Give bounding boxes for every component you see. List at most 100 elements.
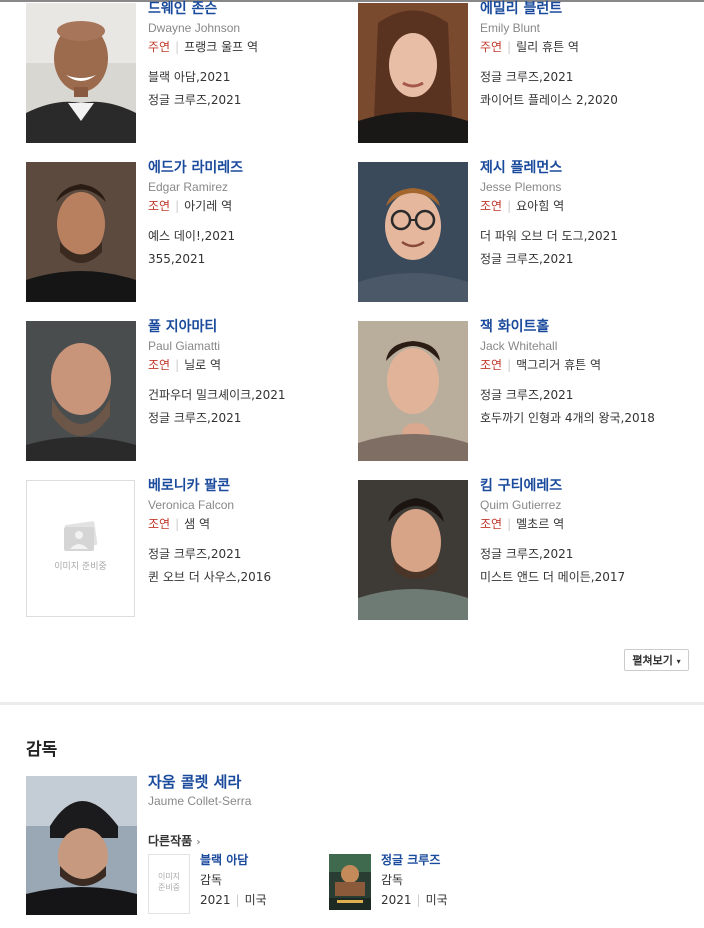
cast-item: 킴 구티에레즈 Quim Gutierrez 조연 | 멜초르 역 정글 크루즈,2… bbox=[358, 477, 690, 620]
filmography-item[interactable]: 미스트 앤드 더 메이든,2017 bbox=[480, 568, 690, 586]
filmography-item[interactable]: 정글 크루즈,2021 bbox=[480, 386, 690, 404]
poster-placeholder[interactable]: 이미지 준비중 bbox=[148, 854, 190, 914]
person-placeholder-icon bbox=[63, 521, 97, 551]
cast-item: 에드가 라미레즈 Edgar Ramirez 조연 | 아기레 역 예스 데이!,2… bbox=[26, 159, 358, 302]
filmography-item[interactable]: 건파우더 밀크셰이크,2021 bbox=[148, 386, 358, 404]
work-role: 감독 bbox=[200, 873, 223, 887]
separator: | bbox=[235, 893, 240, 907]
actor-name[interactable]: 킴 구티에레즈 bbox=[480, 477, 690, 495]
filmography-item[interactable]: 예스 데이!,2021 bbox=[148, 227, 358, 245]
section-divider bbox=[0, 702, 704, 705]
actor-name-en: Quim Gutierrez bbox=[480, 498, 562, 512]
director-photo[interactable] bbox=[26, 776, 137, 915]
expand-button[interactable]: 펼쳐보기 ▾ bbox=[624, 649, 689, 671]
work-meta: 2021 | 미국 bbox=[200, 891, 267, 909]
actor-name-en: Dwayne Johnson bbox=[148, 21, 241, 35]
actor-photo[interactable] bbox=[358, 321, 468, 461]
filmography-item[interactable]: 정글 크루즈,2021 bbox=[148, 545, 358, 563]
actor-name[interactable]: 제시 플레먼스 bbox=[480, 159, 690, 177]
role-type: 조연 bbox=[148, 517, 171, 531]
actor-name[interactable]: 에밀리 블런트 bbox=[480, 0, 690, 18]
role-line: 조연 | 닐로 역 bbox=[148, 356, 358, 374]
placeholder-text: 이미지 준비중 bbox=[54, 562, 107, 572]
filmography-item[interactable]: 정글 크루즈,2021 bbox=[148, 91, 358, 109]
actor-name-en: Emily Blunt bbox=[480, 21, 541, 35]
other-works-link[interactable]: 다른작품 › bbox=[148, 832, 200, 849]
cast-item: 드웨인 존슨 Dwayne Johnson 주연 | 프랭크 울프 역 블랙 아담,… bbox=[26, 0, 358, 143]
separator: | bbox=[175, 40, 180, 54]
role-name: 맥그리거 휴튼 역 bbox=[516, 358, 602, 372]
role-name: 릴리 휴튼 역 bbox=[516, 40, 579, 54]
actor-photo[interactable] bbox=[358, 480, 468, 620]
filmography-item[interactable]: 더 파워 오브 더 도그,2021 bbox=[480, 227, 690, 245]
role-type: 주연 bbox=[480, 40, 503, 54]
work-title[interactable]: 정글 크루즈 bbox=[381, 852, 448, 868]
filmography-item[interactable]: 퀸 오브 더 사우스,2016 bbox=[148, 568, 358, 586]
actor-photo[interactable] bbox=[358, 162, 468, 302]
actor-photo[interactable] bbox=[26, 3, 136, 143]
filmography: 정글 크루즈,2021 호두까기 인형과 4개의 왕국,2018 bbox=[480, 386, 690, 427]
director-section-title: 감독 bbox=[26, 740, 58, 760]
role-line: 조연 | 멜초르 역 bbox=[480, 515, 690, 533]
placeholder-text-line: 이미지 bbox=[157, 872, 181, 881]
role-name: 닐로 역 bbox=[184, 358, 222, 372]
chevron-right-icon: › bbox=[196, 837, 201, 848]
role-name: 멜초르 역 bbox=[516, 517, 565, 531]
work-country: 미국 bbox=[244, 893, 267, 907]
cast-item: 잭 화이트홀 Jack Whitehall 조연 | 맥그리거 휴튼 역 정글 크루… bbox=[358, 318, 690, 461]
actor-name[interactable]: 잭 화이트홀 bbox=[480, 318, 690, 336]
filmography-item[interactable]: 정글 크루즈,2021 bbox=[480, 250, 690, 268]
work-role: 감독 bbox=[381, 873, 404, 887]
poster[interactable] bbox=[329, 854, 371, 914]
filmography: 예스 데이!,2021 355,2021 bbox=[148, 227, 358, 268]
separator: | bbox=[507, 358, 512, 372]
director-work-item: 정글 크루즈 감독 2021 | 미국 bbox=[329, 852, 499, 916]
separator: | bbox=[175, 358, 180, 372]
role-line: 주연 | 프랭크 울프 역 bbox=[148, 38, 358, 56]
role-type: 조연 bbox=[480, 358, 503, 372]
work-title[interactable]: 블랙 아담 bbox=[200, 852, 267, 868]
caret-down-icon: ▾ bbox=[676, 657, 681, 666]
actor-name-en: Veronica Falcon bbox=[148, 498, 235, 512]
actor-photo[interactable] bbox=[358, 3, 468, 143]
filmography: 정글 크루즈,2021 콰이어트 플레이스 2,2020 bbox=[480, 68, 690, 109]
actor-name[interactable]: 에드가 라미레즈 bbox=[148, 159, 358, 177]
filmography: 더 파워 오브 더 도그,2021 정글 크루즈,2021 bbox=[480, 227, 690, 268]
actor-name-en: Edgar Ramirez bbox=[148, 180, 229, 194]
other-works-label: 다른작품 bbox=[148, 834, 193, 848]
filmography-item[interactable]: 정글 크루즈,2021 bbox=[480, 545, 690, 563]
cast-item: 에밀리 블런트 Emily Blunt 주연 | 릴리 휴튼 역 정글 크루즈,20… bbox=[358, 0, 690, 143]
placeholder-content: 이미지 준비중 bbox=[27, 521, 134, 572]
filmography-item[interactable]: 호두까기 인형과 4개의 왕국,2018 bbox=[480, 409, 690, 427]
work-meta: 2021 | 미국 bbox=[381, 891, 448, 909]
poster-placeholder-text: 이미지 준비중 bbox=[149, 871, 189, 893]
filmography-item[interactable]: 355,2021 bbox=[148, 250, 358, 268]
filmography-item[interactable]: 블랙 아담,2021 bbox=[148, 68, 358, 86]
work-year: 2021 bbox=[200, 893, 231, 907]
actor-name[interactable]: 폴 지아마티 bbox=[148, 318, 358, 336]
cast-item: 제시 플레먼스 Jesse Plemons 조연 | 요아힘 역 더 파워 오브 더… bbox=[358, 159, 690, 302]
role-name: 아기레 역 bbox=[184, 199, 233, 213]
role-type: 조연 bbox=[480, 517, 503, 531]
separator: | bbox=[507, 40, 512, 54]
role-line: 조연 | 요아힘 역 bbox=[480, 197, 690, 215]
actor-photo[interactable] bbox=[26, 321, 136, 461]
filmography: 정글 크루즈,2021 미스트 앤드 더 메이든,2017 bbox=[480, 545, 690, 586]
actor-photo-placeholder[interactable]: 이미지 준비중 bbox=[26, 480, 135, 617]
director-name-en: Jaume Collet-Serra bbox=[148, 794, 252, 808]
actor-name-en: Jesse Plemons bbox=[480, 180, 562, 194]
role-name: 요아힘 역 bbox=[516, 199, 565, 213]
filmography-item[interactable]: 정글 크루즈,2021 bbox=[148, 409, 358, 427]
actor-photo[interactable] bbox=[26, 162, 136, 302]
filmography: 정글 크루즈,2021 퀸 오브 더 사우스,2016 bbox=[148, 545, 358, 586]
separator: | bbox=[507, 517, 512, 531]
actor-name-en: Paul Giamatti bbox=[148, 339, 221, 353]
actor-name[interactable]: 드웨인 존슨 bbox=[148, 0, 358, 18]
director-name[interactable]: 자움 콜렛 세라 bbox=[148, 773, 668, 791]
filmography-item[interactable]: 정글 크루즈,2021 bbox=[480, 68, 690, 86]
work-year: 2021 bbox=[381, 893, 412, 907]
actor-name[interactable]: 베로니카 팔콘 bbox=[148, 477, 358, 495]
filmography-item[interactable]: 콰이어트 플레이스 2,2020 bbox=[480, 91, 690, 109]
work-country: 미국 bbox=[425, 893, 448, 907]
cast-item: 이미지 준비중 베로니카 팔콘 Veronica Falcon 조연 | 샘 역 정… bbox=[26, 477, 358, 620]
